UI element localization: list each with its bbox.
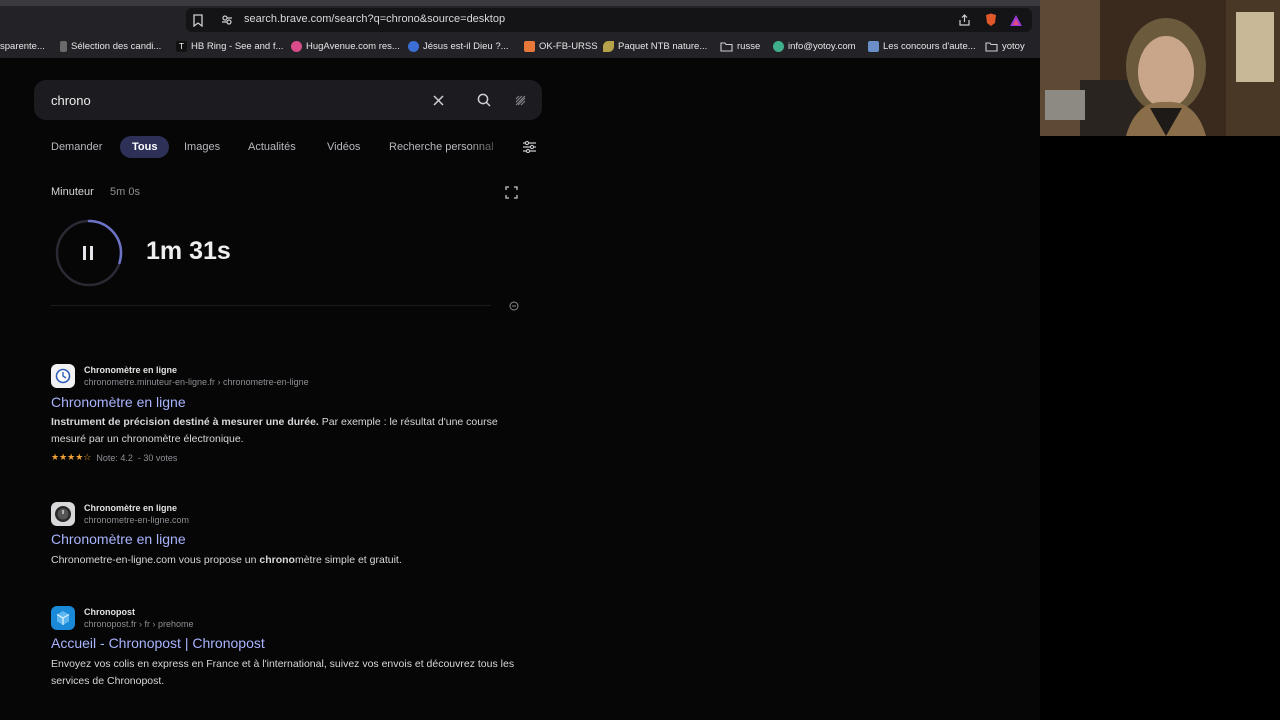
- search-box[interactable]: [34, 80, 542, 120]
- bookmark-folder[interactable]: russe: [720, 34, 760, 58]
- bookmark-item[interactable]: HugAvenue.com res...: [291, 34, 400, 58]
- result-rating: ★★★★☆ Note: 4.2 - 30 votes: [51, 452, 177, 463]
- result-description-text: Chronometre-en-ligne.com vous propose un: [51, 554, 260, 566]
- webcam-overlay: [1040, 0, 1280, 136]
- bookmark-label: yotoy: [1002, 40, 1025, 52]
- result-description: Chronometre-en-ligne.com vous propose un…: [51, 552, 521, 569]
- bookmark-label: Sélection des candi...: [71, 40, 162, 52]
- result-description: Instrument de précision destiné à mesure…: [51, 414, 521, 448]
- result-url[interactable]: chronopost.fr › fr › prehome: [84, 619, 194, 629]
- bookmark-label: HugAvenue.com res...: [306, 40, 400, 52]
- bookmark-label: russe: [737, 40, 761, 52]
- tab-images[interactable]: Images: [184, 136, 220, 158]
- site-settings-icon[interactable]: [220, 13, 234, 27]
- tab-demander[interactable]: Demander: [51, 136, 102, 158]
- bookmark-item[interactable]: sparente...: [0, 34, 45, 58]
- folder-icon: [720, 41, 733, 52]
- brave-rewards-icon[interactable]: [1009, 12, 1023, 28]
- search-icon[interactable]: [475, 91, 493, 109]
- mail-icon: [773, 40, 784, 52]
- leaf-icon: [603, 40, 614, 52]
- result-description-bold: Instrument de précision destiné à mesure…: [51, 416, 319, 428]
- bookmarks-bar: sparente... Sélection des candi... T HB R…: [0, 34, 1040, 58]
- bookmark-item[interactable]: Jésus est-il Dieu ?...: [408, 34, 509, 58]
- result-description-bold: chrono: [259, 554, 295, 566]
- filter-icon[interactable]: [521, 139, 537, 155]
- bookmark-label: sparente...: [0, 40, 45, 52]
- pause-icon[interactable]: [79, 243, 97, 263]
- share-icon[interactable]: [957, 13, 971, 27]
- timer-remaining: 1m 31s: [146, 237, 231, 265]
- bookmark-label: Paquet NTB nature...: [618, 40, 708, 52]
- result-favicon: [51, 606, 75, 630]
- bookmark-item[interactable]: Sélection des candi...: [60, 34, 161, 58]
- url-text[interactable]: search.brave.com/search?q=chrono&source=…: [244, 13, 505, 25]
- timer-total: 5m 0s: [110, 186, 140, 198]
- folder-icon: [985, 41, 998, 52]
- contest-icon: [868, 40, 879, 52]
- tab-tous[interactable]: Tous: [120, 136, 170, 158]
- bookmark-item[interactable]: Les concours d'aute...: [868, 34, 976, 58]
- result-title-link[interactable]: Chronomètre en ligne: [51, 531, 186, 547]
- result-description: Envoyez vos colis en express en France e…: [51, 658, 515, 687]
- empty-area: [1040, 136, 1280, 720]
- tab-videos[interactable]: Vidéos: [327, 136, 360, 158]
- result-description-text: mètre simple et gratuit.: [294, 554, 402, 566]
- heart-icon: [291, 40, 302, 52]
- tab-actualites[interactable]: Actualités: [248, 136, 296, 158]
- page-icon: [60, 40, 67, 52]
- rating-votes: - 30 votes: [137, 452, 178, 463]
- rating-value: Note: 4.2: [96, 452, 133, 463]
- rating-stars: ★★★★☆: [51, 452, 92, 462]
- bookmark-item[interactable]: Paquet NTB nature...: [603, 34, 707, 58]
- bookmark-item[interactable]: T HB Ring - See and f...: [176, 34, 283, 58]
- bookmark-folder[interactable]: yotoy: [985, 34, 1025, 58]
- timer-label: Minuteur: [51, 186, 94, 198]
- brave-shields-icon[interactable]: [984, 12, 998, 28]
- tab-strip: [0, 0, 1040, 6]
- result-url[interactable]: chronometre-en-ligne.com: [84, 515, 189, 525]
- bookmark-icon[interactable]: [191, 12, 205, 28]
- result-site-name: Chronomètre en ligne: [84, 365, 178, 375]
- result-title-link[interactable]: Accueil - Chronopost | Chronopost: [51, 635, 265, 651]
- result-site-name: Chronopost: [84, 607, 135, 617]
- bookmark-item[interactable]: info@yotoy.com: [773, 34, 856, 58]
- feedback-icon[interactable]: [507, 299, 520, 312]
- bookmark-label: HB Ring - See and f...: [191, 40, 284, 52]
- search-input[interactable]: chrono: [51, 93, 91, 108]
- globe-icon: [408, 40, 419, 52]
- fullscreen-icon[interactable]: [504, 185, 519, 200]
- bookmark-label: OK-FB-URSS: [539, 40, 598, 52]
- result-site-name: Chronomètre en ligne: [84, 503, 178, 513]
- clear-icon[interactable]: [430, 92, 446, 108]
- result-favicon: [51, 364, 75, 388]
- voice-search-icon[interactable]: [511, 91, 529, 109]
- ok-icon: [524, 40, 535, 52]
- result-title-link[interactable]: Chronomètre en ligne: [51, 394, 186, 410]
- result-url[interactable]: chronometre.minuteur-en-ligne.fr › chron…: [84, 377, 309, 387]
- tabs-fade: [470, 136, 510, 158]
- bookmark-item[interactable]: OK-FB-URSS: [524, 34, 598, 58]
- bookmark-label: Jésus est-il Dieu ?...: [423, 40, 509, 52]
- bookmark-label: Les concours d'aute...: [883, 40, 976, 52]
- result-favicon: [51, 502, 75, 526]
- hbring-icon: T: [176, 40, 187, 52]
- bookmark-label: info@yotoy.com: [788, 40, 856, 52]
- timer-divider: [51, 305, 491, 306]
